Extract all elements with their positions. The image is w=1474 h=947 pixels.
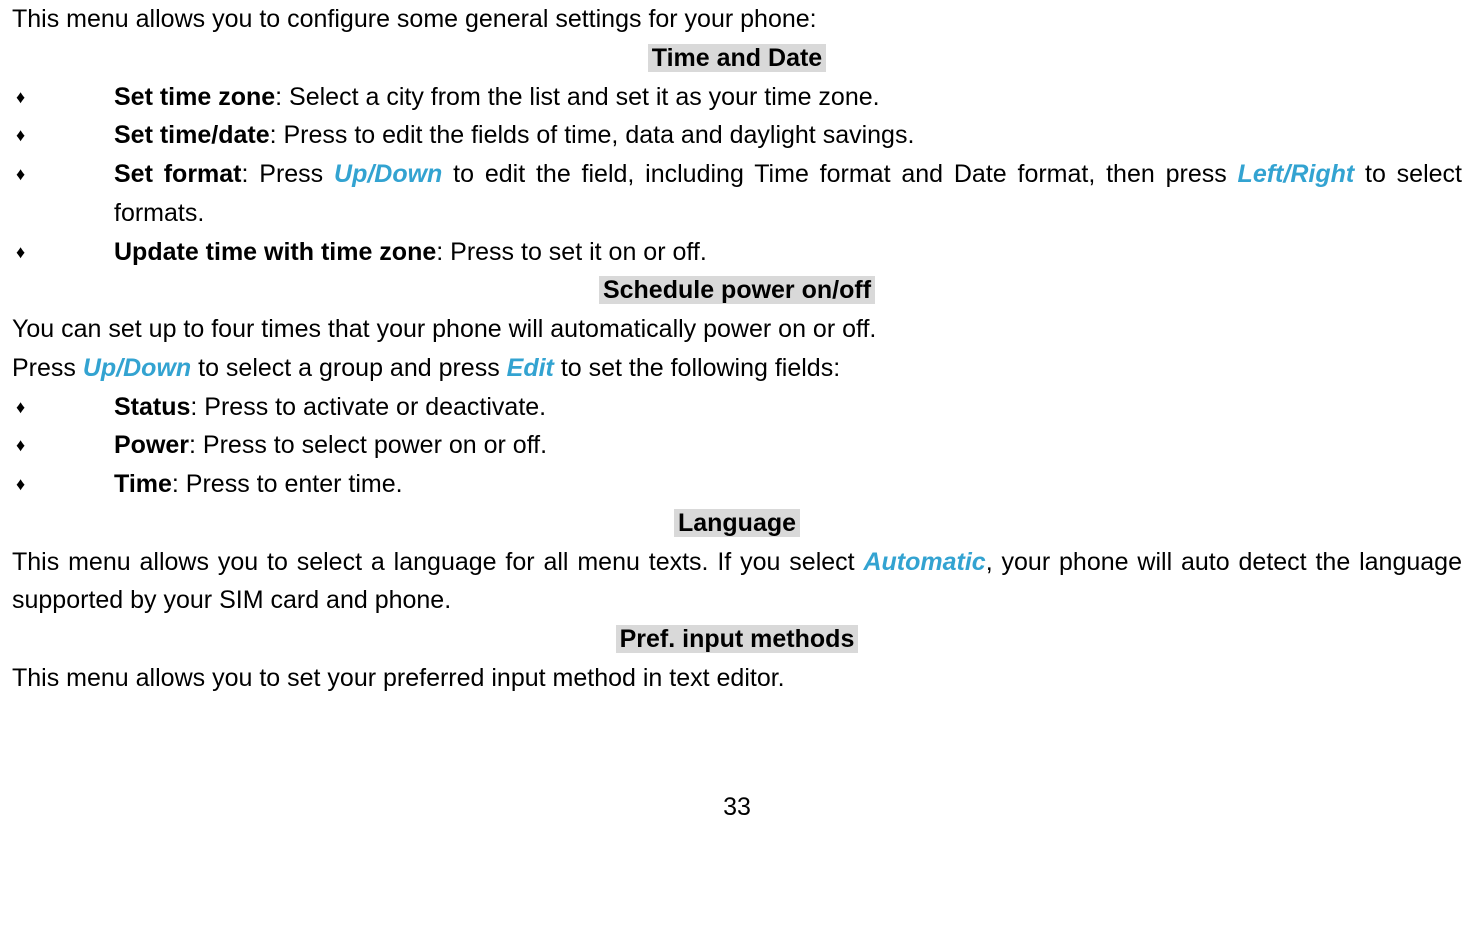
- key-updown: Up/Down: [334, 160, 442, 188]
- item-text: to edit the field, including Time format…: [442, 160, 1237, 188]
- item-label: Set format: [114, 160, 242, 188]
- heading-schedule-text: Schedule power on/off: [599, 276, 875, 304]
- page: This menu allows you to configure some g…: [0, 0, 1474, 866]
- list-item: Time: Press to enter time.: [12, 465, 1462, 504]
- heading-pref-input: Pref. input methods: [12, 620, 1462, 659]
- text: This menu allows you to select a languag…: [12, 548, 863, 576]
- language-para: This menu allows you to select a languag…: [12, 543, 1462, 621]
- item-text: : Press to edit the fields of time, data…: [270, 121, 915, 149]
- key-edit: Edit: [507, 354, 554, 382]
- list-item: Set time/date: Press to edit the fields …: [12, 116, 1462, 155]
- list-item: Status: Press to activate or deactivate.: [12, 388, 1462, 427]
- schedule-para-2: Press Up/Down to select a group and pres…: [12, 349, 1462, 388]
- heading-time-date-text: Time and Date: [648, 44, 826, 72]
- item-label: Set time zone: [114, 83, 275, 111]
- item-text: : Select a city from the list and set it…: [275, 83, 879, 111]
- key-updown: Up/Down: [83, 354, 191, 382]
- list-item: Update time with time zone: Press to set…: [12, 233, 1462, 272]
- text: Press: [12, 354, 83, 382]
- pref-input-para: This menu allows you to set your preferr…: [12, 659, 1462, 698]
- heading-schedule: Schedule power on/off: [12, 271, 1462, 310]
- heading-language-text: Language: [674, 509, 800, 537]
- item-label: Time: [114, 470, 172, 498]
- item-text: : Press to select power on or off.: [189, 431, 547, 459]
- item-label: Status: [114, 393, 190, 421]
- list-item: Power: Press to select power on or off.: [12, 426, 1462, 465]
- item-label: Update time with time zone: [114, 238, 436, 266]
- item-text: : Press: [242, 160, 335, 188]
- item-label: Power: [114, 431, 189, 459]
- time-date-list: Set time zone: Select a city from the li…: [12, 78, 1462, 272]
- item-label: Set time/date: [114, 121, 270, 149]
- heading-pref-input-text: Pref. input methods: [616, 625, 859, 653]
- item-text: : Press to enter time.: [172, 470, 403, 498]
- schedule-list: Status: Press to activate or deactivate.…: [12, 388, 1462, 504]
- text: to set the following fields:: [554, 354, 840, 382]
- list-item: Set format: Press Up/Down to edit the fi…: [12, 155, 1462, 233]
- page-number: 33: [12, 788, 1462, 827]
- item-text: : Press to set it on or off.: [436, 238, 707, 266]
- key-leftright: Left/Right: [1238, 160, 1355, 188]
- item-text: : Press to activate or deactivate.: [190, 393, 546, 421]
- heading-language: Language: [12, 504, 1462, 543]
- intro-paragraph: This menu allows you to configure some g…: [12, 0, 1462, 39]
- key-automatic: Automatic: [863, 548, 985, 576]
- schedule-para-1: You can set up to four times that your p…: [12, 310, 1462, 349]
- heading-time-date: Time and Date: [12, 39, 1462, 78]
- text: to select a group and press: [191, 354, 506, 382]
- list-item: Set time zone: Select a city from the li…: [12, 78, 1462, 117]
